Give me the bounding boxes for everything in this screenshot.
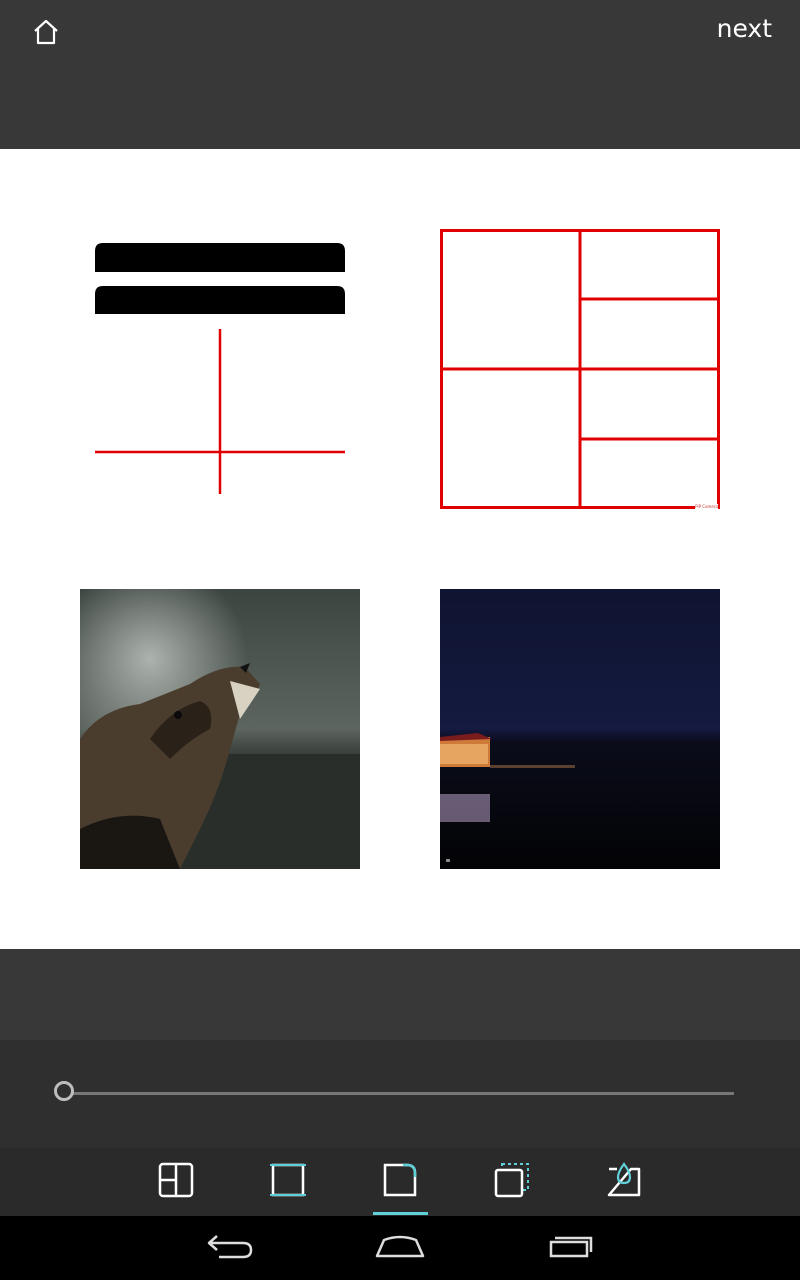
home-icon <box>31 19 61 49</box>
next-button[interactable]: next <box>717 14 772 43</box>
layout-icon <box>158 1162 194 1202</box>
collage-cell-1[interactable] <box>80 229 360 509</box>
border-tool-button[interactable] <box>266 1160 310 1204</box>
nav-back-button[interactable] <box>200 1226 260 1270</box>
shadow-tool-button[interactable] <box>490 1160 534 1204</box>
back-icon <box>205 1232 255 1264</box>
background-tool-button[interactable] <box>602 1160 646 1204</box>
nav-recents-button[interactable] <box>540 1226 600 1270</box>
watermark-text: PiP Camera <box>695 504 718 509</box>
collage-cell-3[interactable] <box>80 589 360 869</box>
recents-icon <box>545 1232 595 1264</box>
slider-thumb[interactable] <box>54 1081 74 1101</box>
background-color-icon <box>605 1161 643 1203</box>
layout-tool-button[interactable] <box>154 1160 198 1204</box>
border-icon <box>269 1161 307 1203</box>
night-lake-pier-photo <box>440 589 720 869</box>
slider-track[interactable] <box>66 1092 734 1095</box>
shadow-frame-icon <box>493 1161 531 1203</box>
nav-home-icon <box>374 1232 426 1264</box>
corner-tool-button[interactable] <box>378 1160 422 1204</box>
corner-radius-icon <box>381 1161 419 1203</box>
home-button[interactable] <box>24 16 68 52</box>
howling-dog-photo <box>80 589 360 869</box>
bottom-panel <box>0 949 800 1040</box>
collage-cell-2[interactable]: PiP Camera <box>440 229 720 509</box>
selected-tool-indicator <box>373 1212 428 1215</box>
nav-home-button[interactable] <box>370 1226 430 1270</box>
top-bar <box>0 0 800 149</box>
collage-canvas: PiP Camera <box>0 149 800 949</box>
collage-cell-4[interactable] <box>440 589 720 869</box>
